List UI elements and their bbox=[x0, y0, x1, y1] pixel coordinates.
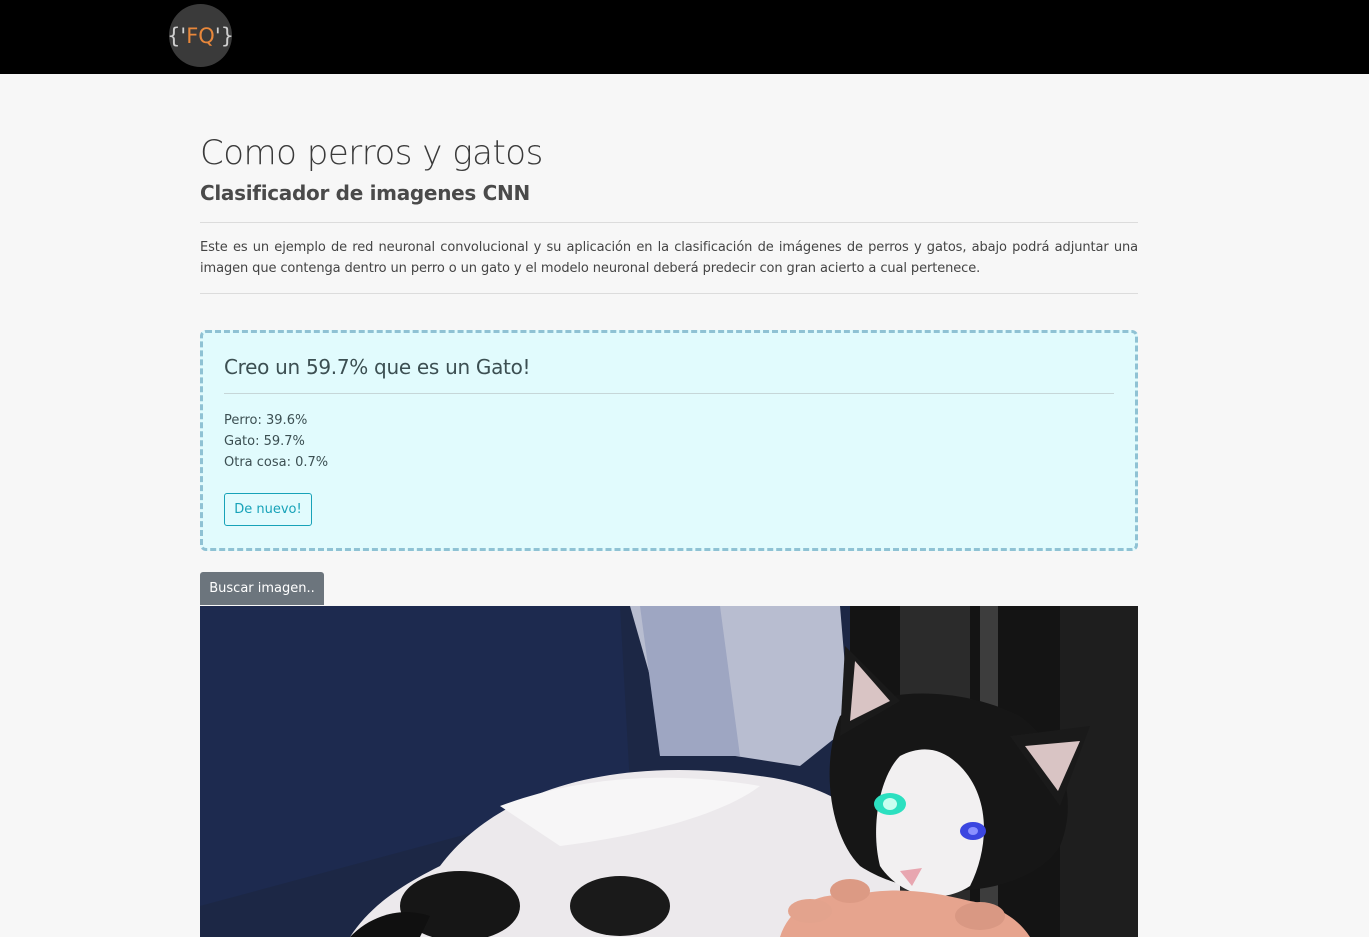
cat-photo-illustration bbox=[200, 606, 1138, 937]
try-again-button[interactable]: De nuevo! bbox=[224, 493, 312, 526]
prediction-breakdown: Perro: 39.6% Gato: 59.7% Otra cosa: 0.7% bbox=[224, 410, 328, 473]
prediction-gato: Gato: 59.7% bbox=[224, 434, 305, 449]
divider bbox=[200, 293, 1138, 294]
top-navbar: {' FQ '} bbox=[0, 0, 1369, 74]
description-text: Este es un ejemplo de red neuronal convo… bbox=[200, 240, 1138, 276]
prediction-perro: Perro: 39.6% bbox=[224, 413, 308, 428]
logo[interactable]: {' FQ '} bbox=[167, 4, 234, 67]
divider bbox=[224, 393, 1114, 394]
logo-letters: FQ bbox=[186, 23, 215, 48]
prediction-otra-cosa: Otra cosa: 0.7% bbox=[224, 455, 329, 470]
logo-open-brace: {' bbox=[167, 23, 187, 48]
prediction-result-box: Creo un 59.7% que es un Gato! Perro: 39.… bbox=[200, 330, 1138, 551]
prediction-headline: Creo un 59.7% que es un Gato! bbox=[224, 355, 531, 379]
page-subtitle: Clasificador de imagenes CNN bbox=[200, 181, 530, 205]
logo-close-brace: '} bbox=[214, 23, 234, 48]
browse-image-button[interactable]: Buscar imagen.. bbox=[200, 572, 324, 605]
uploaded-cat-photo bbox=[200, 606, 1138, 937]
page-title: Como perros y gatos bbox=[200, 133, 543, 173]
divider bbox=[200, 222, 1138, 223]
